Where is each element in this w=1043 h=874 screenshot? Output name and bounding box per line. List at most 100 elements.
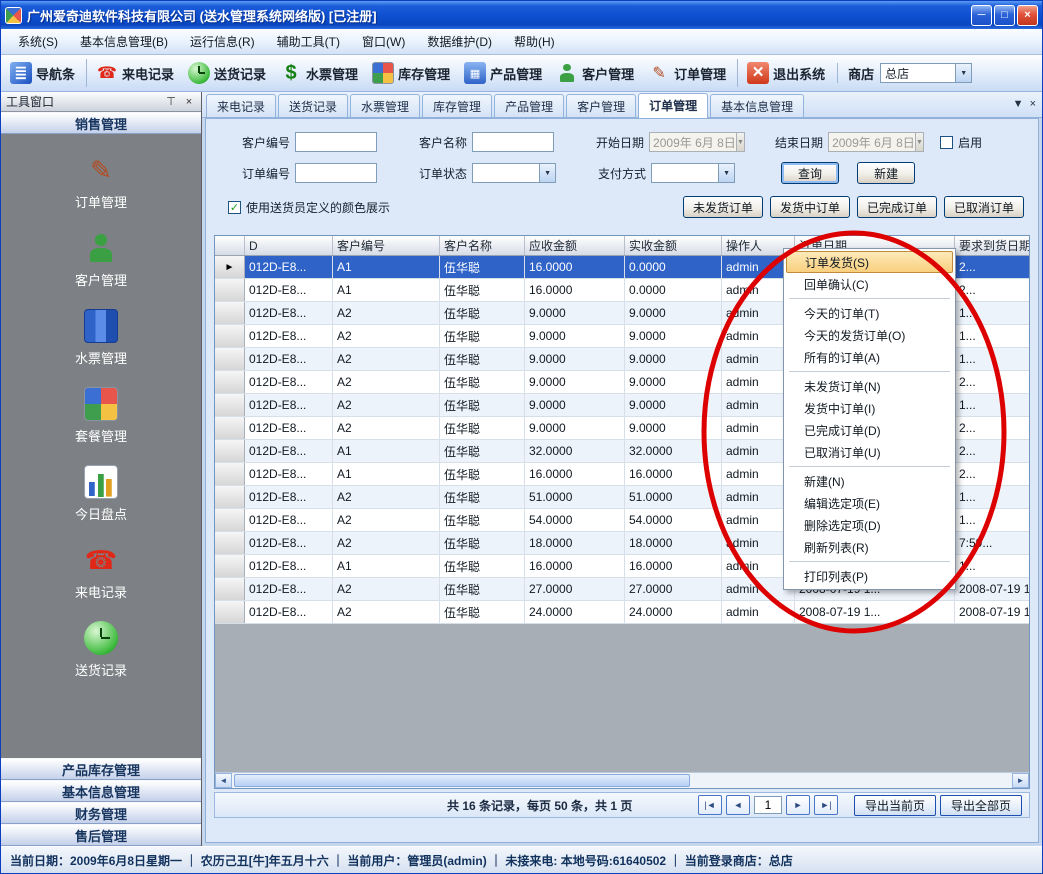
status-filter-button[interactable]: 发货中订单: [770, 196, 850, 218]
context-menu-item[interactable]: 已取消订单(U): [786, 441, 953, 463]
row-selector-cell[interactable]: [215, 325, 245, 347]
menu-item[interactable]: 系统(S): [7, 29, 69, 54]
sidebar-nav-item[interactable]: 客户管理: [1, 224, 201, 296]
tab-close-icon[interactable]: ×: [1030, 98, 1036, 110]
row-selector-cell[interactable]: [215, 302, 245, 324]
toolbar-button[interactable]: 产品管理: [458, 59, 548, 87]
chevron-down-icon[interactable]: ▼: [718, 164, 734, 182]
row-selector-cell[interactable]: [215, 509, 245, 531]
toolbar-button[interactable]: 退出系统: [737, 59, 831, 87]
order-no-input[interactable]: [295, 163, 377, 183]
sidebar-section[interactable]: 基本信息管理: [1, 780, 201, 802]
menu-item[interactable]: 数据维护(D): [416, 29, 503, 54]
toolbar-button[interactable]: 导航条: [4, 59, 81, 87]
toolbar-button[interactable]: 库存管理: [366, 59, 456, 87]
close-icon[interactable]: ×: [182, 95, 196, 109]
context-menu-item[interactable]: 未发货订单(N): [786, 375, 953, 397]
tab[interactable]: 送货记录: [278, 94, 348, 117]
row-selector-cell[interactable]: [215, 486, 245, 508]
toolbar-button[interactable]: 来电记录: [86, 59, 180, 87]
driver-color-checkbox[interactable]: ✓: [228, 201, 241, 214]
context-menu-item[interactable]: 今天的发货订单(O): [786, 324, 953, 346]
new-button[interactable]: 新建: [857, 162, 915, 184]
scrollbar-thumb[interactable]: [234, 774, 690, 787]
menu-item[interactable]: 窗口(W): [351, 29, 416, 54]
status-filter-button[interactable]: 已完成订单: [857, 196, 937, 218]
start-date-picker[interactable]: 2009年 6月 8日 ▼: [649, 132, 745, 152]
chevron-down-icon[interactable]: ▼: [539, 164, 555, 182]
row-selector-cell[interactable]: [215, 348, 245, 370]
export-all-pages-button[interactable]: 导出全部页: [940, 795, 1022, 816]
context-menu-item[interactable]: 回单确认(C): [786, 273, 953, 295]
row-selector-cell[interactable]: [215, 555, 245, 577]
export-current-page-button[interactable]: 导出当前页: [854, 795, 936, 816]
chevron-down-icon[interactable]: ▼: [915, 133, 923, 151]
next-page-button[interactable]: ►: [786, 795, 810, 815]
sidebar-nav-item[interactable]: 来电记录: [1, 536, 201, 608]
sidebar-nav-item[interactable]: 订单管理: [1, 146, 201, 218]
page-input[interactable]: [754, 796, 782, 814]
toolbar-button[interactable]: 订单管理: [642, 59, 732, 87]
context-menu-item[interactable]: 今天的订单(T): [786, 302, 953, 324]
tab-list-chevron-icon[interactable]: ▼: [1013, 98, 1024, 110]
sidebar-nav-item[interactable]: 水票管理: [1, 302, 201, 374]
column-header-id[interactable]: D: [245, 236, 333, 255]
context-menu-item[interactable]: 打印列表(P): [786, 565, 953, 587]
column-header-received[interactable]: 实收金额: [625, 236, 722, 255]
minimize-button[interactable]: ─: [971, 5, 992, 26]
order-status-select[interactable]: ▼: [472, 163, 556, 183]
column-header-customer-no[interactable]: 客户编号: [333, 236, 440, 255]
row-selector-cell[interactable]: [215, 601, 245, 623]
status-filter-button[interactable]: 未发货订单: [683, 196, 763, 218]
first-page-button[interactable]: |◄: [698, 795, 722, 815]
menu-item[interactable]: 基本信息管理(B): [69, 29, 179, 54]
sidebar-section[interactable]: 财务管理: [1, 802, 201, 824]
sidebar-section-sales[interactable]: 销售管理: [1, 112, 201, 134]
toolbar-button[interactable]: 送货记录: [182, 59, 272, 87]
column-header-selector[interactable]: [215, 236, 245, 255]
chevron-down-icon[interactable]: ▼: [736, 133, 744, 151]
last-page-button[interactable]: ►|: [814, 795, 838, 815]
sidebar-section[interactable]: 产品库存管理: [1, 758, 201, 780]
context-menu-item[interactable]: 刷新列表(R): [786, 536, 953, 558]
store-select[interactable]: 总店 ▼: [880, 63, 972, 83]
row-selector-cell[interactable]: [215, 578, 245, 600]
scroll-left-icon[interactable]: ◄: [215, 773, 232, 788]
toolbar-button[interactable]: 客户管理: [550, 59, 640, 87]
column-header-receivable[interactable]: 应收金额: [525, 236, 625, 255]
context-menu-item[interactable]: 发货中订单(I): [786, 397, 953, 419]
sidebar-nav-item[interactable]: 今日盘点: [1, 458, 201, 530]
column-header-required-date[interactable]: 要求到货日期: [955, 236, 1029, 255]
row-selector-cell[interactable]: [215, 463, 245, 485]
menu-item[interactable]: 帮助(H): [503, 29, 566, 54]
tab[interactable]: 库存管理: [422, 94, 492, 117]
context-menu-item[interactable]: 新建(N): [786, 470, 953, 492]
sidebar-nav-item[interactable]: 送货记录: [1, 614, 201, 686]
close-button[interactable]: ×: [1017, 5, 1038, 26]
chevron-down-icon[interactable]: ▼: [955, 64, 971, 82]
row-selector-cell[interactable]: [215, 279, 245, 301]
toolbar-button[interactable]: 水票管理: [274, 59, 364, 87]
customer-no-input[interactable]: [295, 132, 377, 152]
tab[interactable]: 来电记录: [206, 94, 276, 117]
context-menu-item[interactable]: 订单发货(S): [786, 251, 953, 273]
pay-method-select[interactable]: ▼: [651, 163, 735, 183]
context-menu-item[interactable]: 删除选定项(D): [786, 514, 953, 536]
row-selector-cell[interactable]: [215, 394, 245, 416]
tab[interactable]: 订单管理: [638, 93, 708, 118]
context-menu-item[interactable]: 已完成订单(D): [786, 419, 953, 441]
sidebar-nav-item[interactable]: 套餐管理: [1, 380, 201, 452]
status-filter-button[interactable]: 已取消订单: [944, 196, 1024, 218]
row-selector-cell[interactable]: [215, 371, 245, 393]
customer-name-input[interactable]: [472, 132, 554, 152]
row-selector-cell[interactable]: [215, 417, 245, 439]
tab[interactable]: 产品管理: [494, 94, 564, 117]
query-button[interactable]: 查询: [781, 162, 839, 184]
prev-page-button[interactable]: ◄: [726, 795, 750, 815]
column-header-customer-name[interactable]: 客户名称: [440, 236, 525, 255]
pin-icon[interactable]: ⊤: [164, 95, 178, 109]
tab[interactable]: 客户管理: [566, 94, 636, 117]
tab[interactable]: 基本信息管理: [710, 94, 804, 117]
menu-item[interactable]: 辅助工具(T): [266, 29, 351, 54]
row-selector-cell[interactable]: [215, 532, 245, 554]
